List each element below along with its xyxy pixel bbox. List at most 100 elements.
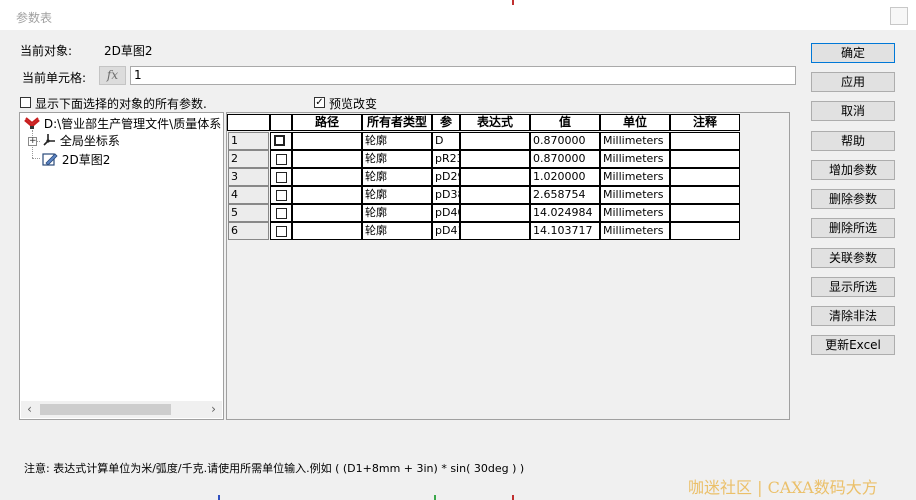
row-number[interactable]: 6 — [228, 222, 269, 240]
row-number[interactable]: 5 — [228, 204, 269, 222]
row-select-cell[interactable] — [270, 150, 292, 168]
preview-changes-checkbox[interactable]: ✓ — [314, 97, 325, 108]
cell-unit[interactable]: Millimeters — [600, 168, 670, 186]
cell-path[interactable] — [292, 222, 362, 240]
clear-invalid-button[interactable]: 清除非法 — [811, 306, 895, 326]
tree-item-sketch[interactable]: 2D草图2 — [42, 151, 110, 168]
cell-expression[interactable] — [460, 186, 530, 204]
cell-expression[interactable] — [460, 168, 530, 186]
cell-unit[interactable]: Millimeters — [600, 204, 670, 222]
cell-comment[interactable] — [670, 222, 740, 240]
cell-unit[interactable]: Millimeters — [600, 186, 670, 204]
show-all-params-checkbox[interactable] — [20, 97, 31, 108]
header-comment[interactable]: 注释 — [670, 114, 740, 131]
cell-expression[interactable] — [460, 204, 530, 222]
cell-formula-input[interactable]: 1 — [130, 66, 796, 85]
update-excel-button[interactable]: 更新Excel — [811, 335, 895, 355]
cell-value[interactable]: 1.020000 — [530, 168, 600, 186]
row-select-cell[interactable] — [270, 168, 292, 186]
cancel-button[interactable]: 取消 — [811, 101, 895, 121]
cell-comment[interactable] — [670, 186, 740, 204]
cell-param[interactable]: pD41 — [432, 222, 460, 240]
tree-item-coordinate-system[interactable]: 全局坐标系 — [42, 133, 120, 149]
cell-param[interactable]: D — [432, 132, 460, 150]
edge-mark — [218, 495, 220, 500]
cell-unit[interactable]: Millimeters — [600, 222, 670, 240]
expand-icon[interactable]: + — [28, 137, 37, 146]
help-button[interactable]: 帮助 — [811, 131, 895, 151]
cell-expression[interactable] — [460, 150, 530, 168]
show-selected-button[interactable]: 显示所选 — [811, 277, 895, 297]
cell-unit[interactable]: Millimeters — [600, 150, 670, 168]
row-number[interactable]: 4 — [228, 186, 269, 204]
scroll-left-icon[interactable]: ‹ — [21, 401, 38, 418]
cell-comment[interactable] — [670, 132, 740, 150]
header-value[interactable]: 值 — [530, 114, 600, 131]
cell-value[interactable]: 0.870000 — [530, 150, 600, 168]
cell-value[interactable]: 0.870000 — [530, 132, 600, 150]
preview-changes-label: 预览改变 — [329, 97, 378, 111]
scroll-right-icon[interactable]: › — [205, 401, 222, 418]
close-button[interactable] — [890, 7, 908, 25]
cell-expression[interactable] — [460, 222, 530, 240]
cell-param[interactable]: pD40 — [432, 204, 460, 222]
cell-owner-type[interactable]: 轮廓 — [362, 204, 432, 222]
cell-owner-type[interactable]: 轮廓 — [362, 186, 432, 204]
ok-button[interactable]: 确定 — [811, 43, 895, 63]
row-select-checkbox[interactable] — [276, 226, 287, 237]
cell-owner-type[interactable]: 轮廓 — [362, 222, 432, 240]
header-param[interactable]: 参 — [432, 114, 460, 131]
cell-path[interactable] — [292, 132, 362, 150]
header-path[interactable]: 路径 — [292, 114, 362, 131]
object-tree[interactable]: D:\管业部生产管理文件\质量体系 + 全局坐标系 2D草图2 ‹ › — [19, 112, 224, 420]
edge-mark — [512, 495, 514, 500]
cell-value[interactable]: 14.103717 — [530, 222, 600, 240]
header-expression[interactable]: 表达式 — [460, 114, 530, 131]
delete-param-button[interactable]: 删除参数 — [811, 189, 895, 209]
cell-comment[interactable] — [670, 150, 740, 168]
cell-path[interactable] — [292, 168, 362, 186]
cell-expression[interactable] — [460, 132, 530, 150]
header-owner-type[interactable]: 所有者类型 — [362, 114, 432, 131]
cell-unit[interactable]: Millimeters — [600, 132, 670, 150]
cell-value[interactable]: 14.024984 — [530, 204, 600, 222]
fx-icon[interactable]: fx — [99, 66, 126, 85]
link-param-button[interactable]: 关联参数 — [811, 248, 895, 268]
cell-comment[interactable] — [670, 204, 740, 222]
cell-comment[interactable] — [670, 168, 740, 186]
header-unit[interactable]: 单位 — [600, 114, 670, 131]
cell-path[interactable] — [292, 204, 362, 222]
cell-path[interactable] — [292, 186, 362, 204]
parameter-grid[interactable]: 路径 所有者类型 参 表达式 值 单位 注释 1 轮廓 D 0.870000 M… — [226, 112, 790, 420]
title-bar[interactable]: 参数表 — [0, 0, 916, 30]
cell-owner-type[interactable]: 轮廓 — [362, 168, 432, 186]
row-select-cell[interactable] — [270, 204, 292, 222]
row-number[interactable]: 1 — [228, 132, 269, 150]
row-select-checkbox[interactable] — [274, 135, 285, 146]
add-param-button[interactable]: 增加参数 — [811, 160, 895, 180]
row-select-cell[interactable] — [270, 186, 292, 204]
cell-param[interactable]: pD38 — [432, 186, 460, 204]
cell-param[interactable]: pR23 — [432, 150, 460, 168]
row-select-checkbox[interactable] — [276, 154, 287, 165]
cell-path[interactable] — [292, 150, 362, 168]
edge-mark — [434, 495, 436, 500]
row-select-checkbox[interactable] — [276, 208, 287, 219]
row-number[interactable]: 3 — [228, 168, 269, 186]
cell-param[interactable]: pD29 — [432, 168, 460, 186]
current-cell-label: 当前单元格: — [22, 71, 87, 85]
row-select-cell[interactable] — [270, 132, 292, 150]
tree-horizontal-scrollbar[interactable]: ‹ › — [21, 401, 222, 418]
cell-owner-type[interactable]: 轮廓 — [362, 150, 432, 168]
apply-button[interactable]: 应用 — [811, 72, 895, 92]
row-select-checkbox[interactable] — [276, 190, 287, 201]
row-number[interactable]: 2 — [228, 150, 269, 168]
delete-selected-button[interactable]: 删除所选 — [811, 218, 895, 238]
tree-line — [32, 158, 40, 159]
scroll-thumb[interactable] — [40, 404, 171, 415]
cell-value[interactable]: 2.658754 — [530, 186, 600, 204]
row-select-checkbox[interactable] — [276, 172, 287, 183]
tree-root[interactable]: D:\管业部生产管理文件\质量体系 — [24, 116, 221, 132]
cell-owner-type[interactable]: 轮廓 — [362, 132, 432, 150]
row-select-cell[interactable] — [270, 222, 292, 240]
